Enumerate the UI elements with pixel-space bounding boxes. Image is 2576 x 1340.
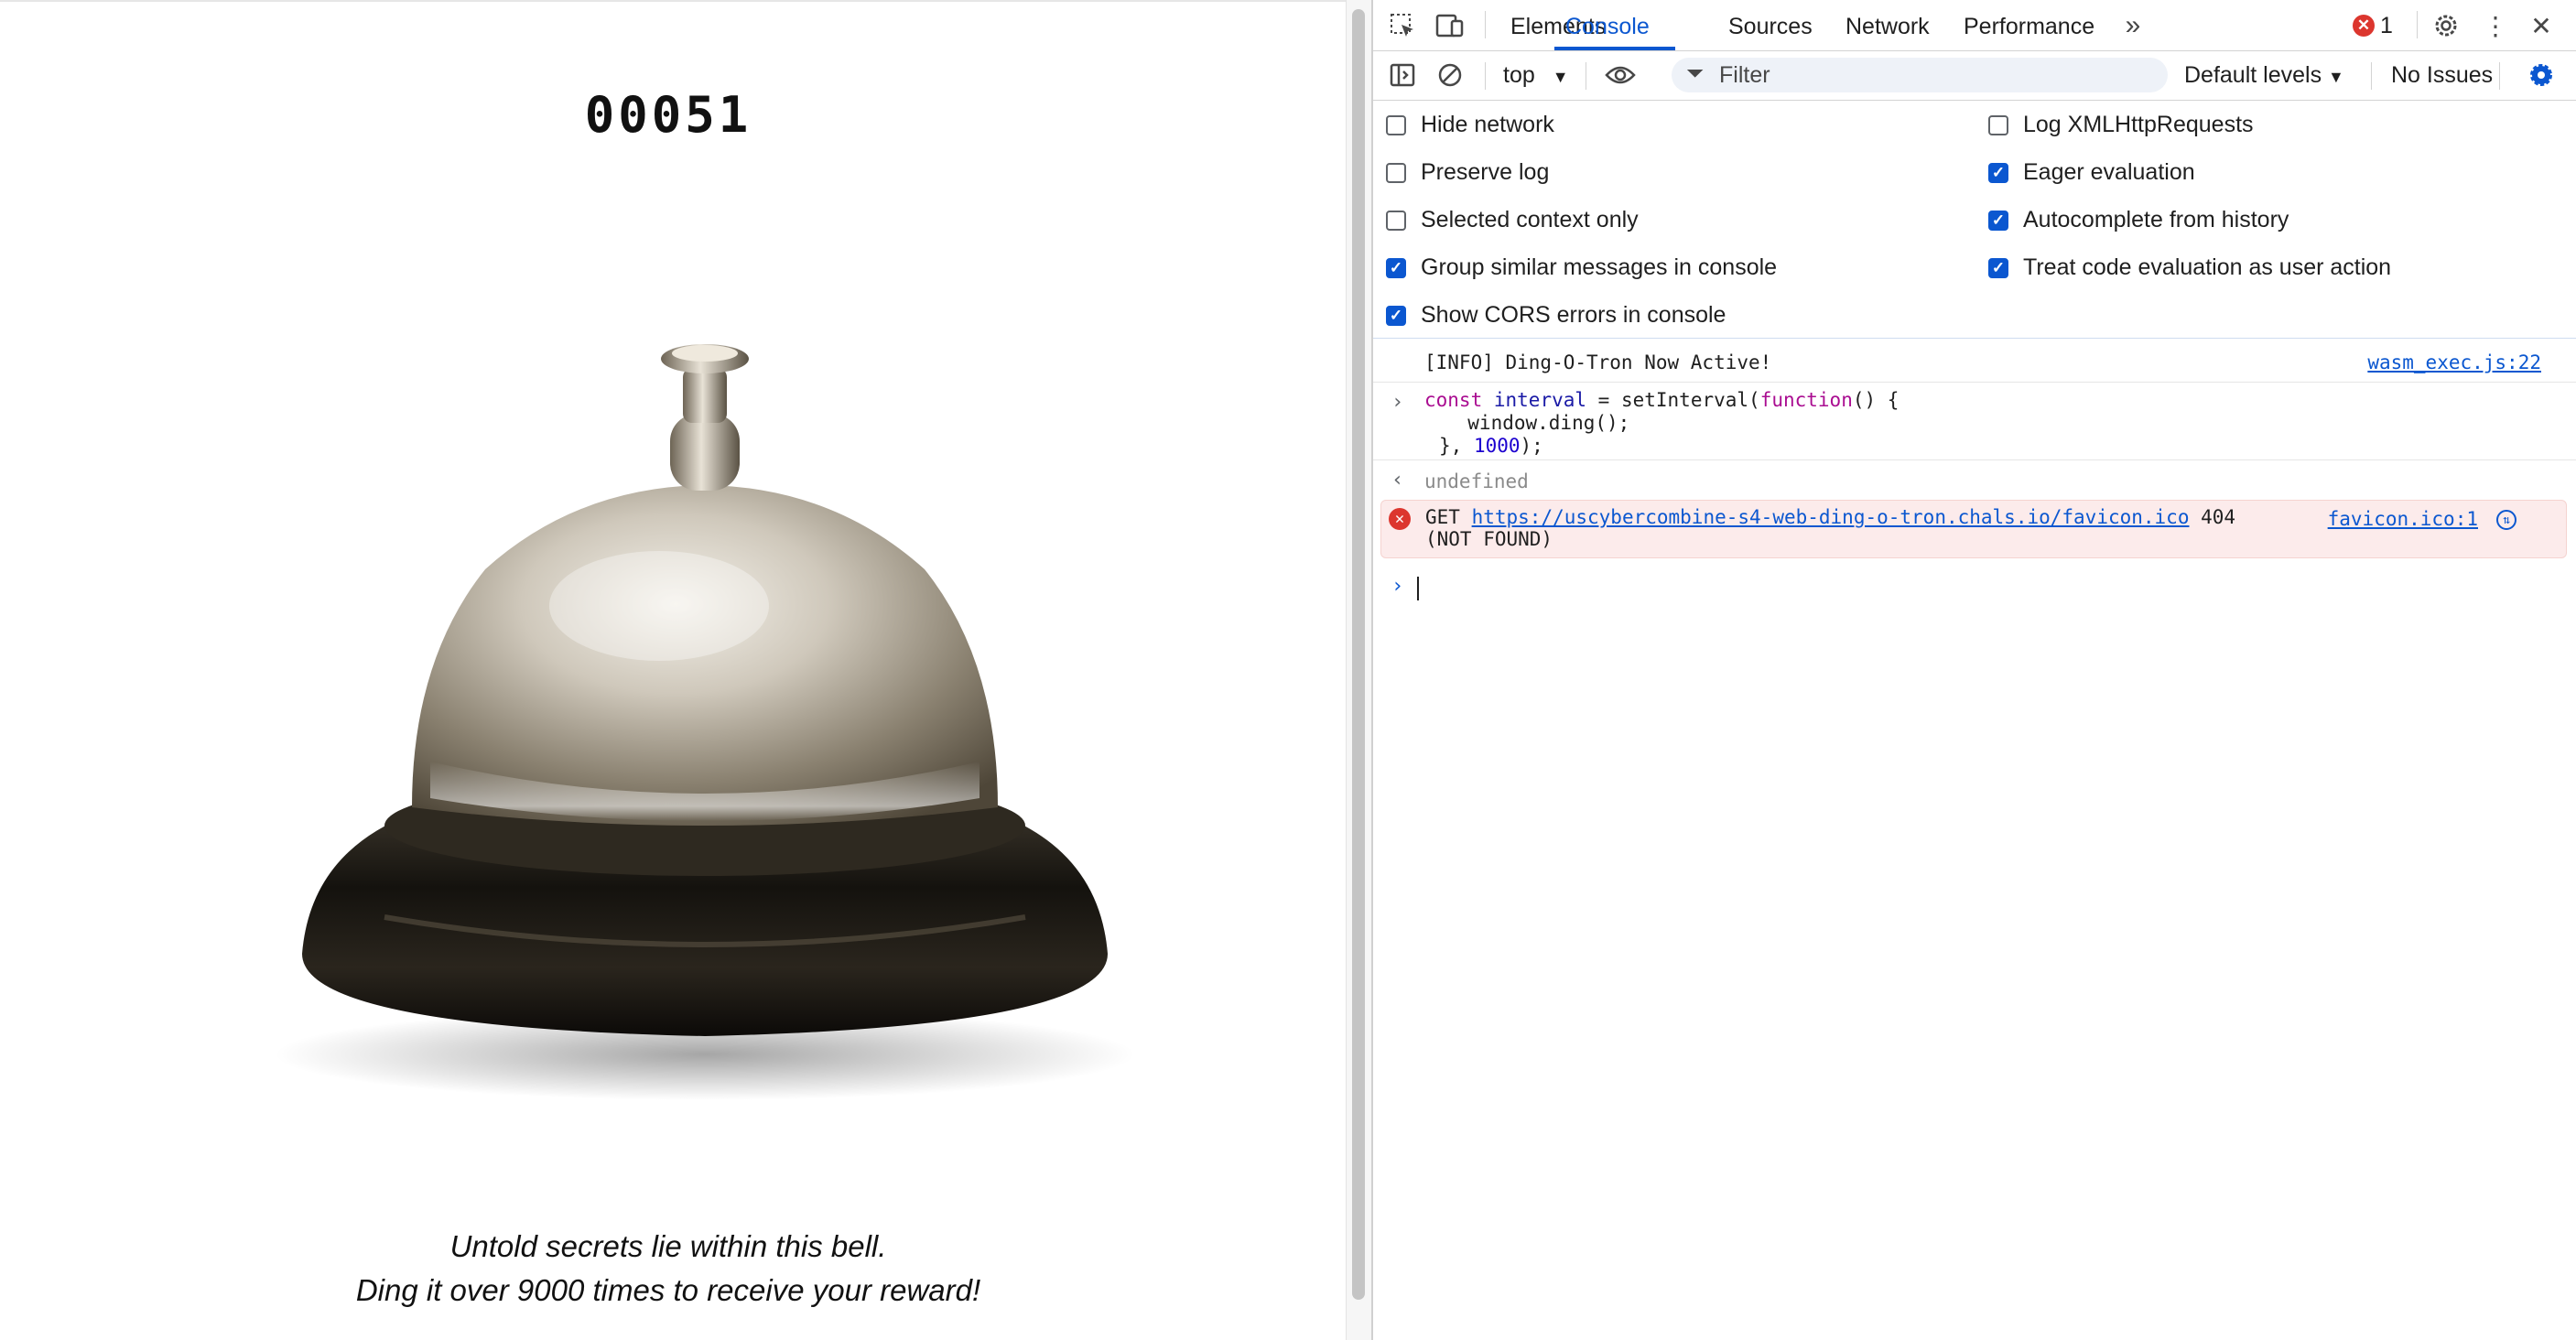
tab-sources[interactable]: Sources — [1728, 0, 1813, 50]
bell-image[interactable] — [275, 331, 1144, 1118]
console-toolbar: top ▼ ⏷ Filter Default levels ▼ No Issue… — [1373, 51, 2576, 101]
console-messages: [INFO] Ding-O-Tron Now Active! wasm_exec… — [1373, 340, 2576, 1340]
setting-autocomplete-from-history[interactable]: ✓ Autocomplete from history — [1988, 207, 2289, 233]
checkbox[interactable] — [1386, 114, 1406, 135]
error-icon: ✕ — [1389, 508, 1411, 530]
caret-down-icon: ▼ — [1552, 68, 1569, 86]
sidebar-toggle-icon[interactable] — [1386, 59, 1419, 92]
tab-performance[interactable]: Performance — [1964, 0, 2094, 50]
log-levels-dropdown[interactable]: Default levels ▼ — [2184, 62, 2344, 89]
setting-hide-network[interactable]: Hide network — [1386, 112, 1554, 138]
context-selector[interactable]: top ▼ — [1503, 62, 1569, 89]
checkbox[interactable] — [1386, 210, 1406, 231]
setting-label: Hide network — [1421, 112, 1554, 137]
console-message-error: ✕ GET https://uscybercombine-s4-web-ding… — [1380, 500, 2567, 558]
checkbox[interactable]: ✓ — [1988, 257, 2008, 278]
caption-line-1: Untold secrets lie within this bell. — [449, 1229, 887, 1263]
result-text: undefined — [1424, 470, 1529, 492]
console-settings-gear-icon[interactable] — [2525, 59, 2558, 92]
return-arrow-icon: ‹ — [1391, 469, 1404, 492]
checkbox[interactable]: ✓ — [1386, 305, 1406, 326]
page-caption: Untold secrets lie within this bell. Din… — [0, 1225, 1337, 1313]
filter-icon: ⏷ — [1686, 61, 1705, 86]
input-line-2: window.ding(); — [1445, 412, 1630, 434]
device-toolbar-icon[interactable] — [1434, 9, 1467, 42]
close-icon[interactable]: ✕ — [2525, 9, 2558, 42]
kebab-menu-icon[interactable]: ⋮ — [2479, 9, 2512, 42]
eye-icon[interactable] — [1604, 59, 1637, 92]
console-input-echo: › const interval = setInterval(function(… — [1373, 384, 2576, 460]
tab-console[interactable]: Console — [1554, 0, 1675, 50]
tab-network[interactable]: Network — [1845, 0, 1930, 50]
setting-treat-code-evaluation[interactable]: ✓ Treat code evaluation as user action — [1988, 254, 2391, 281]
setting-label: Preserve log — [1421, 159, 1550, 185]
error-line-1: GET https://uscybercombine-s4-web-ding-o… — [1425, 506, 2236, 528]
setting-log-xmlhttprequests[interactable]: Log XMLHttpRequests — [1988, 112, 2254, 138]
inspect-element-icon[interactable] — [1386, 9, 1419, 42]
checkbox[interactable]: ✓ — [1386, 257, 1406, 278]
error-count: 1 — [2380, 12, 2393, 38]
checkbox[interactable]: ✓ — [1988, 162, 2008, 183]
issues-button[interactable]: No Issues — [2391, 62, 2493, 89]
setting-label: Show CORS errors in console — [1421, 302, 1726, 328]
caret-down-icon: ▼ — [2328, 68, 2344, 86]
page-scrollbar[interactable] — [1346, 0, 1372, 1340]
caption-line-2: Ding it over 9000 times to receive your … — [355, 1273, 981, 1307]
prompt-chevron-icon: › — [1391, 575, 1404, 598]
error-line-2: (NOT FOUND) — [1425, 528, 1553, 550]
setting-eager-evaluation[interactable]: ✓ Eager evaluation — [1988, 159, 2195, 186]
setting-label: Log XMLHttpRequests — [2023, 112, 2254, 137]
log-levels-label: Default levels — [2184, 62, 2322, 88]
error-source-link[interactable]: favicon.ico:1 — [2328, 508, 2478, 530]
input-line-1: const interval = setInterval(function() … — [1424, 389, 1900, 411]
console-prompt[interactable]: › — [1373, 569, 2576, 606]
ding-counter: 00051 — [584, 86, 752, 144]
chevron-double-right-icon[interactable]: » — [2116, 9, 2149, 42]
console-message-info: [INFO] Ding-O-Tron Now Active! wasm_exec… — [1373, 340, 2576, 383]
web-page: 00051 Untold secrets lie within this bel… — [0, 0, 1346, 1340]
devtools-tabbar: Elements Console Sources Network Perform… — [1373, 0, 2576, 51]
devtools-panel: Elements Console Sources Network Perform… — [1373, 0, 2576, 1340]
bell-graphic — [275, 344, 1135, 1100]
info-text: [INFO] Ding-O-Tron Now Active! — [1424, 351, 1772, 373]
console-settings-pane: Hide network Log XMLHttpRequests Preserv… — [1373, 101, 2576, 339]
context-label: top — [1503, 62, 1535, 88]
filter-placeholder: Filter — [1719, 62, 1770, 88]
setting-preserve-log[interactable]: Preserve log — [1386, 159, 1549, 186]
page-scrollbar-thumb[interactable] — [1352, 9, 1365, 1300]
error-icon: ✕ — [2353, 15, 2375, 37]
setting-label: Treat code evaluation as user action — [2023, 254, 2392, 280]
info-source-link[interactable]: wasm_exec.js:22 — [2367, 351, 2541, 373]
setting-label: Group similar messages in console — [1421, 254, 1778, 280]
checkbox[interactable]: ✓ — [1988, 210, 2008, 231]
filter-input[interactable]: ⏷ Filter — [1672, 58, 2168, 92]
error-count-badge[interactable]: ✕ 1 — [2353, 13, 2393, 38]
setting-selected-context-only[interactable]: Selected context only — [1386, 207, 1639, 233]
setting-label: Autocomplete from history — [2023, 207, 2289, 232]
setting-label: Eager evaluation — [2023, 159, 2195, 185]
clear-console-icon[interactable] — [1434, 59, 1467, 92]
checkbox[interactable] — [1386, 162, 1406, 183]
text-cursor — [1417, 577, 1419, 600]
chevron-right-icon[interactable]: › — [1391, 391, 1403, 414]
error-url-link[interactable]: https://uscybercombine-s4-web-ding-o-tro… — [1472, 506, 2190, 528]
setting-group-similar[interactable]: ✓ Group similar messages in console — [1386, 254, 1777, 281]
console-result: ‹ undefined — [1373, 461, 2576, 498]
setting-label: Selected context only — [1421, 207, 1639, 232]
gear-icon[interactable] — [2430, 9, 2462, 42]
input-line-3: }, 1000); — [1439, 435, 1543, 457]
checkbox[interactable] — [1988, 114, 2008, 135]
network-request-icon[interactable]: ⇅ — [2496, 510, 2516, 530]
setting-show-cors-errors[interactable]: ✓ Show CORS errors in console — [1386, 302, 1726, 329]
